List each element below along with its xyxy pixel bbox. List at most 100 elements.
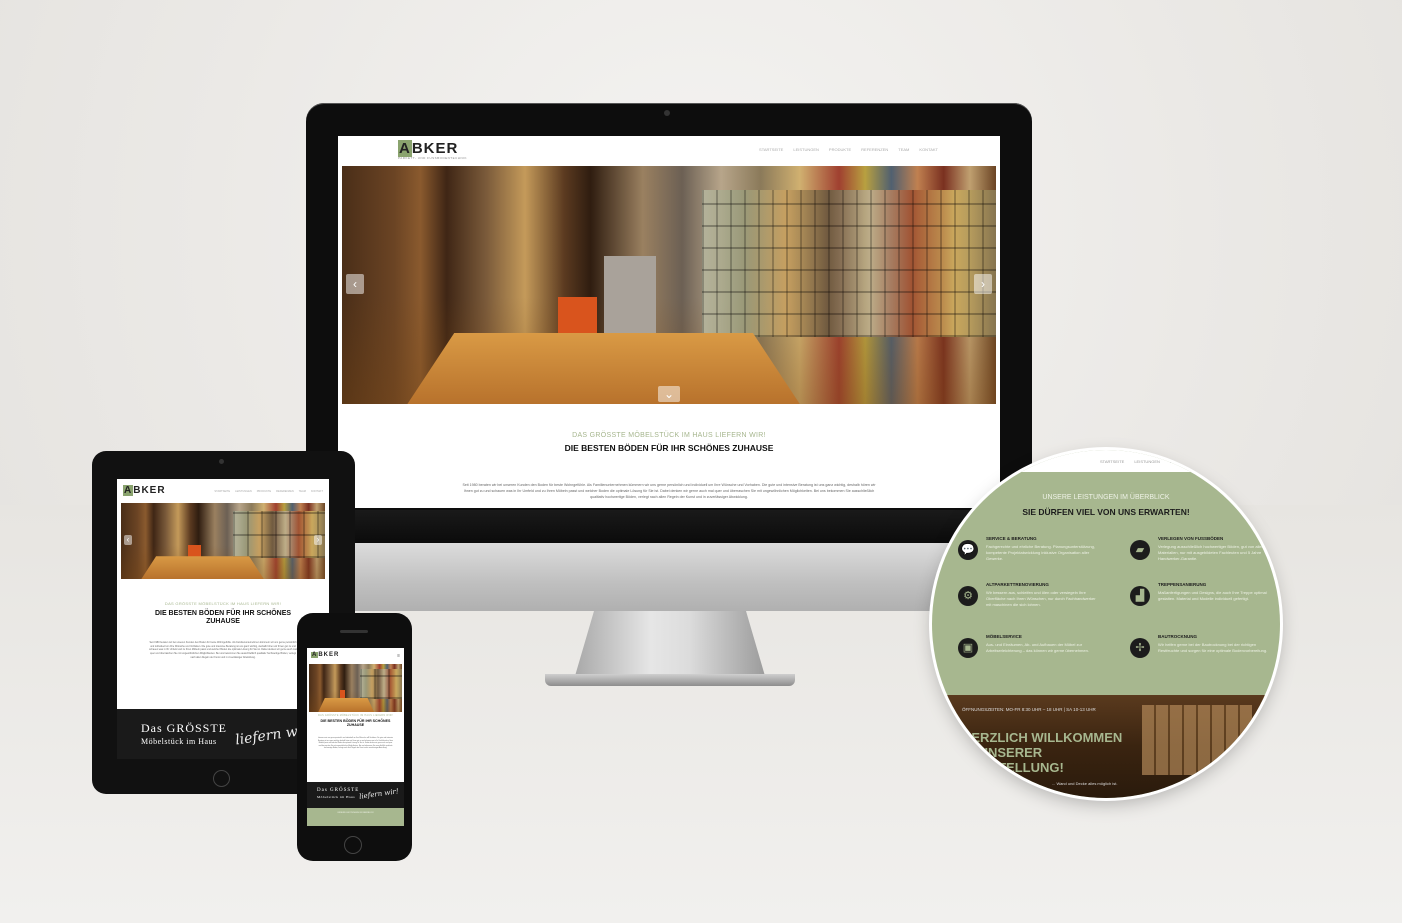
- services-strip: UNSERE LEISTUNGEN IM ÜBERBLICK: [307, 808, 404, 826]
- service-desc: Fachgerechte und ehrliche Beratung. Plan…: [986, 544, 1095, 561]
- box-icon: ▣: [958, 638, 978, 658]
- nav-item-home[interactable]: STARTSEITE: [214, 490, 230, 493]
- hero-slider: [309, 664, 402, 712]
- site-header: ABKER PARKETT- UND FUSSBODENTECHNIK STAR…: [338, 136, 1000, 164]
- speaker-icon: [340, 630, 368, 633]
- fan-icon: ✢: [1130, 638, 1150, 658]
- logo[interactable]: ABKER: [123, 485, 166, 496]
- hero-slider: ‹ › ⌄: [342, 166, 996, 404]
- service-title: SERVICE & BERATUNG: [986, 536, 1037, 541]
- services-subheading: UNSERE LEISTUNGEN IM ÜBERBLICK: [1042, 494, 1170, 501]
- intro-section: DAS GRÖSSTE MÖBELSTÜCK IM HAUS LIEFERN W…: [307, 714, 404, 764]
- banner-line1: Das GRÖSSTE: [317, 788, 360, 793]
- intro-body: Seit 1980 beraten wir bei unseren Kunden…: [462, 483, 876, 499]
- slider-prev-button[interactable]: ‹: [346, 274, 364, 294]
- hero-shelves: [233, 510, 325, 558]
- opening-hours: ÖFFNUNGSZEITEN: MO-FR 8:30 UHR – 18 UHR …: [962, 707, 1096, 712]
- tablet-nav: STARTSEITE LEISTUNGEN PRODUKTE REFERENZE…: [214, 490, 323, 493]
- intro-body: Seit 1980 beraten wir bei unseren Kunden…: [149, 640, 297, 660]
- intro-heading: DIE BESTEN BÖDEN FÜR IHR SCHÖNES ZUHAUSE: [320, 719, 391, 728]
- service-desc: Verlegung ausschließlich hochwertiger Bö…: [1158, 544, 1264, 561]
- nav-item-services[interactable]: LEISTUNGEN: [235, 490, 252, 493]
- hero-table: [141, 556, 264, 579]
- banner-script: liefern wir!: [358, 787, 400, 801]
- nav-item-team[interactable]: TEAM: [898, 147, 909, 152]
- services-heading: SIE DÜRFEN VIEL VON UNS ERWARTEN!: [1022, 507, 1190, 517]
- imac-chin: [306, 543, 1032, 611]
- chevron-down-icon: ⌄: [663, 387, 675, 401]
- nav-item-products[interactable]: PRODUKTE: [829, 147, 851, 152]
- nav-item-team[interactable]: TEAM: [299, 490, 306, 493]
- main-nav: STARTSEITE LEISTUNGEN PRODUKTE REFERENZE…: [759, 147, 938, 152]
- camera-icon: [664, 110, 670, 116]
- imac-foot: [545, 674, 795, 686]
- magnified-header: STARTSEITE LEISTUNGEN PRODUKTE: [932, 450, 1280, 472]
- nav-item-references[interactable]: REFERENZEN: [861, 147, 888, 152]
- hero-shelves: [360, 668, 402, 699]
- service-desc: Aus- und Einräumen, Ab- und Aufbauen der…: [986, 642, 1089, 653]
- chevron-right-icon: ›: [316, 535, 320, 544]
- intro-subheading: DAS GRÖSSTE MÖBELSTÜCK IM HAUS LIEFERN W…: [318, 714, 393, 717]
- home-button[interactable]: [213, 770, 230, 787]
- intro-subheading: DAS GRÖSSTE MÖBELSTÜCK IM HAUS LIEFERN W…: [572, 432, 766, 439]
- nav-item-home[interactable]: STARTSEITE: [759, 147, 783, 152]
- nav-item-contact[interactable]: KONTAKT: [919, 147, 938, 152]
- desktop-site: ABKER PARKETT- UND FUSSBODENTECHNIK STAR…: [338, 136, 1000, 508]
- magnifier-detail: STARTSEITE LEISTUNGEN PRODUKTE UNSERE LE…: [932, 450, 1280, 798]
- logo-tagline: PARKETT- UND FUSSBODENTECHNIK: [398, 156, 467, 160]
- intro-subheading: DAS GRÖSSTE MÖBELSTÜCK IM HAUS LIEFERN W…: [164, 601, 282, 606]
- chat-icon: 💬: [958, 540, 978, 560]
- nav-item-home[interactable]: STARTSEITE: [1100, 459, 1124, 464]
- chevron-left-icon: ‹: [126, 535, 130, 544]
- nav-item-services[interactable]: LEISTUNGEN: [1134, 459, 1160, 464]
- stairs-icon: ▟: [1130, 586, 1150, 606]
- service-title: VERLEGEN VON FUSSBÖDEN: [1158, 536, 1224, 541]
- slider-next-button[interactable]: ›: [314, 535, 322, 545]
- menu-icon[interactable]: ≡: [397, 653, 400, 659]
- intro-body: Seit 1980 beraten wir bei unseren Kunden…: [317, 735, 394, 750]
- nav-item-products[interactable]: PRODUKTE: [1170, 459, 1192, 464]
- hero-slider: ‹ ›: [121, 503, 325, 579]
- logo[interactable]: ABKER: [311, 652, 339, 658]
- welcome-line3: AUSSTELLUNG!: [962, 759, 1064, 775]
- intro-section: DAS GRÖSSTE MÖBELSTÜCK IM HAUS LIEFERN W…: [338, 432, 1000, 500]
- magnified-nav: STARTSEITE LEISTUNGEN PRODUKTE: [1100, 459, 1192, 464]
- intro-heading: DIE BESTEN BÖDEN FÜR IHR SCHÖNES ZUHAUSE: [564, 443, 774, 453]
- chevron-right-icon: ›: [981, 277, 985, 291]
- welcome-shelf: [1142, 705, 1252, 775]
- chevron-left-icon: ‹: [353, 277, 357, 291]
- banner: Das GRÖSSTE Möbelstück im Haus liefern w…: [307, 782, 404, 808]
- scroll-down-button[interactable]: ⌄: [658, 386, 680, 402]
- nav-item-services[interactable]: LEISTUNGEN: [793, 147, 819, 152]
- imac-stand: [575, 611, 765, 676]
- camera-icon: [219, 459, 224, 464]
- logo[interactable]: ABKER: [398, 140, 458, 157]
- slider-prev-button[interactable]: ‹: [124, 535, 132, 545]
- intro-heading: DIE BESTEN BÖDEN FÜR IHR SCHÖNES ZUHAUSE: [154, 610, 292, 626]
- service-title: BAUTROCKNUNG: [1158, 634, 1197, 639]
- banner-line2: Möbelstück im Haus: [141, 737, 217, 746]
- service-desc: Wir bessern aus, schleifen und ölen oder…: [986, 590, 1096, 607]
- imac-lower-bezel: [306, 510, 1032, 543]
- service-desc: Wir helfen gerne bei der Bautrocknung be…: [1158, 642, 1268, 653]
- services-subheading: UNSERE LEISTUNGEN IM ÜBERBLICK: [337, 812, 374, 814]
- floor-icon: ▰: [1130, 540, 1150, 560]
- nav-item-contact[interactable]: KONTAKT: [311, 490, 323, 493]
- hero-shelves: [701, 189, 996, 338]
- service-title: MÖBELSERVICE: [986, 634, 1022, 639]
- slider-next-button[interactable]: ›: [974, 274, 992, 294]
- nav-item-products[interactable]: PRODUKTE: [257, 490, 271, 493]
- welcome-line1: HERZLICH WILLKOMMEN: [962, 730, 1123, 745]
- home-button[interactable]: [344, 836, 362, 854]
- mobile-site: ABKER ≡ DAS GRÖSSTE MÖBELSTÜCK IM HAUS L…: [307, 648, 404, 826]
- hero-table: [407, 332, 800, 404]
- service-title: TREPPENSANIERUNG: [1158, 582, 1207, 587]
- service-title: ALTPARKETTRENOVIERUNG: [986, 582, 1049, 587]
- banner-line1: Das GRÖSSTE: [141, 721, 228, 735]
- sander-icon: ⚙: [958, 586, 978, 606]
- banner-line2: Möbelstück im Haus: [317, 795, 356, 799]
- hero-table: [318, 697, 375, 712]
- welcome-note: ... Wand und Decke alles möglich ist.: [1052, 781, 1118, 786]
- nav-item-references[interactable]: REFERENZEN: [276, 490, 294, 493]
- welcome-section: ÖFFNUNGSZEITEN: MO-FR 8:30 UHR – 18 UHR …: [932, 695, 1280, 798]
